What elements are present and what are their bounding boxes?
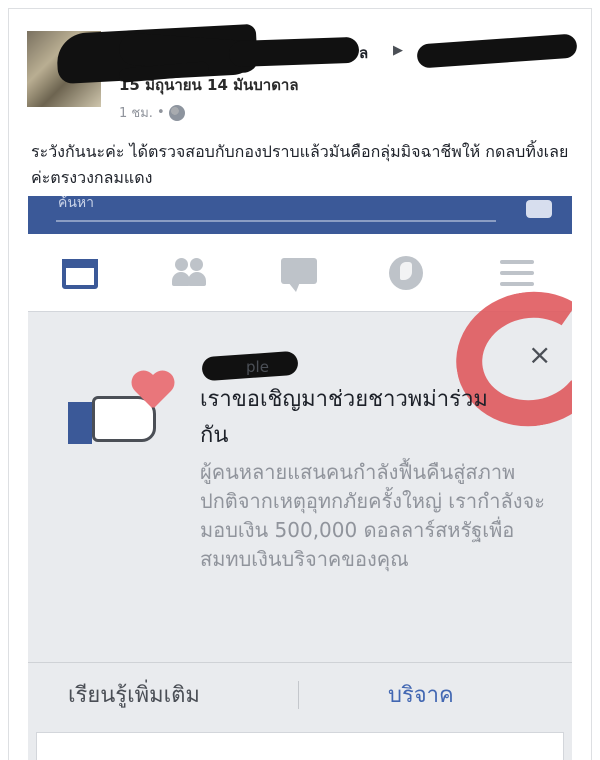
close-icon: ×	[528, 338, 552, 371]
embedded-screenshot: ค้นหา × ple เราขอเชิญมาช่วยชาวพม่าร่วมกั…	[28, 196, 572, 760]
next-card-edge	[36, 732, 564, 760]
post-text: ระวังกันนะค่ะ ได้ตรวจสอบกับกองปราบแล้วมั…	[31, 142, 569, 187]
post-timestamp[interactable]: 1 ชม.	[119, 102, 153, 123]
action-divider	[298, 681, 299, 709]
donate-heart-hand-icon	[68, 372, 178, 452]
search-label: ค้นหา	[58, 196, 95, 211]
redaction-scribble	[228, 36, 360, 68]
search-underline	[56, 220, 496, 222]
ad-body: ผู้คนหลายแสนคนกำลังฟื้นคืนสู่สภาพปกติจาก…	[200, 460, 545, 571]
screenshot-topbar: ค้นหา	[28, 196, 572, 234]
friends-icon	[168, 254, 212, 292]
ad-headline: เราขอเชิญมาช่วยชาวพม่าร่วมกัน	[200, 387, 488, 448]
redaction-scribble	[416, 33, 578, 69]
ad-actions: เรียนรู้เพิ่มเติม บริจาค	[28, 662, 572, 728]
learn-more-button: เรียนรู้เพิ่มเติม	[68, 683, 200, 708]
notifications-globe-icon	[386, 254, 430, 292]
donate-button: บริจาค	[388, 683, 454, 708]
post-meta: 1 ชม. •	[119, 102, 185, 123]
screenshot-nav	[28, 234, 572, 312]
news-feed-icon	[58, 254, 102, 292]
share-arrow-icon: ▶	[393, 43, 403, 58]
messenger-icon	[526, 200, 552, 218]
globe-icon[interactable]	[168, 104, 185, 121]
menu-icon	[496, 254, 540, 292]
page-name-fragment: ple	[246, 358, 269, 376]
author-name-fragment[interactable]: ล	[359, 41, 368, 65]
meta-separator: •	[156, 105, 165, 120]
messages-icon	[278, 254, 322, 292]
